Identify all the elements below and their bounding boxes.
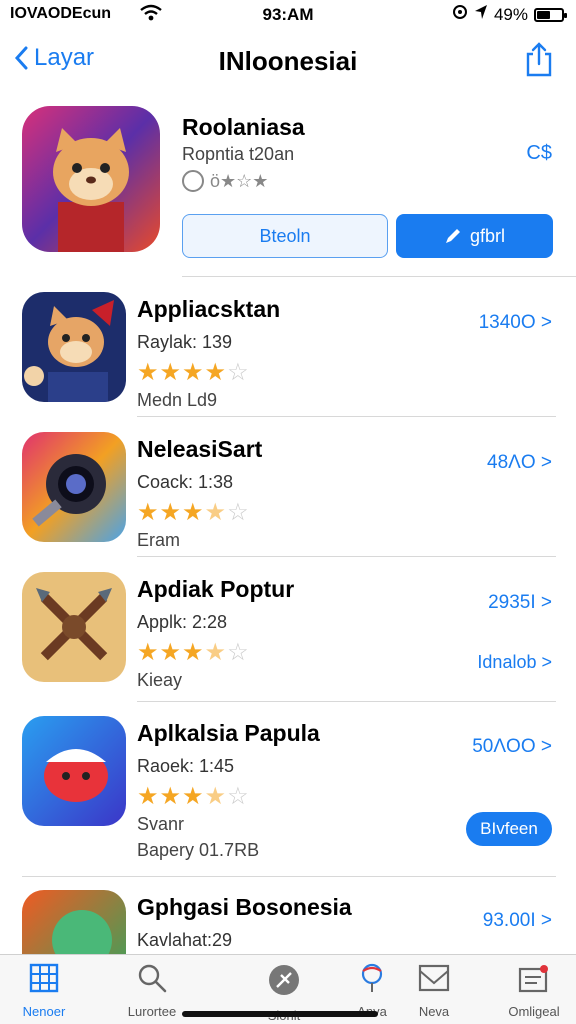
featured-app-subtitle: Ropntia t20an	[182, 144, 295, 164]
grid-icon	[29, 963, 59, 993]
tab-today[interactable]: Nenoer	[0, 963, 92, 1019]
divider	[22, 876, 556, 877]
pin-icon	[361, 963, 383, 992]
list-item[interactable]: Gphgasi Bosonesia Kavlahat:29 93.00I >	[0, 890, 576, 954]
star-icon: ☆	[227, 499, 250, 526]
star-icon: ☆	[227, 783, 250, 810]
tab-label: Neva	[418, 1004, 450, 1019]
star-icon: ★	[182, 783, 205, 810]
status-right: 49%	[452, 4, 567, 25]
primary-action-label: gfbrl	[469, 225, 505, 246]
star-icon: ★	[159, 499, 183, 526]
age-badge-icon	[182, 170, 204, 192]
app-meta: Applk: 2:28	[137, 612, 228, 632]
share-icon	[526, 42, 552, 77]
primary-action-button[interactable]: gfbrl	[396, 214, 553, 258]
list-item[interactable]: Aplkalsia Papula Raoek: 1:45 ★★★★☆ Svanr…	[0, 716, 576, 876]
tab-label: Nenoer	[22, 1004, 66, 1019]
star-icon: ★	[137, 499, 160, 526]
featured-app-icon[interactable]	[22, 106, 160, 252]
app-icon	[22, 572, 126, 682]
list-item[interactable]: NeleasiSart Coack: 1:38 ★★★★☆ Eram 48ΛO …	[0, 432, 576, 556]
star-rating: ★★★★☆	[137, 358, 250, 387]
share-button[interactable]	[524, 42, 554, 83]
app-category: Svanr	[137, 814, 185, 834]
battery-percent: 49%	[493, 4, 528, 24]
star-icon: ★	[182, 499, 205, 526]
star-rating: ★★★★☆	[137, 638, 250, 667]
featured-app: Roolaniasa Ropntia t20an C$ ö★☆★ Bteoln …	[0, 104, 576, 274]
location-icon	[474, 4, 488, 25]
app-icon	[22, 890, 126, 954]
star-rating: ★★★★☆	[137, 498, 250, 527]
price-button[interactable]: 2935I >	[488, 592, 552, 614]
list-item[interactable]: Apdiak Poptur Applk: 2:28 ★★★★☆ Kieay 29…	[0, 572, 576, 700]
star-icon: ★	[182, 639, 205, 666]
featured-app-title: Roolaniasa	[182, 114, 305, 140]
app-meta: Coack: 1:38	[137, 472, 234, 492]
download-link[interactable]: Idnalob >	[477, 652, 552, 673]
navigation-bar: Layar INloonesiai	[0, 36, 576, 88]
app-title: Apdiak Poptur	[137, 576, 295, 602]
tab-updates[interactable]: Omligeal	[486, 963, 576, 1019]
star-icon: ★	[159, 359, 183, 386]
list-item[interactable]: Appliacsktan Raylak: 139 ★★★★☆ Medn Ld9 …	[0, 292, 576, 416]
star-icon: ★	[204, 499, 228, 526]
divider	[137, 416, 556, 417]
tab-arcade[interactable]: Neva	[386, 963, 482, 1019]
featured-app-price[interactable]: C$	[526, 142, 552, 165]
secondary-action-button[interactable]: Bteoln	[182, 214, 388, 258]
get-button[interactable]: BIvfeen	[466, 812, 552, 846]
home-indicator	[182, 1011, 378, 1017]
pencil-icon	[445, 229, 460, 243]
app-category: Eram	[137, 530, 181, 550]
price-button[interactable]: 50ΛOO >	[472, 736, 552, 758]
star-icon: ★	[159, 783, 183, 810]
star-icon: ★	[137, 639, 160, 666]
featured-rating-text: ö★☆★	[210, 170, 269, 191]
app-title: Appliacsktan	[137, 296, 281, 322]
rocket-icon	[269, 965, 299, 995]
star-icon: ☆	[227, 639, 250, 666]
app-category: Medn Ld9	[137, 390, 218, 410]
app-title: Gphgasi Bosonesia	[137, 894, 352, 920]
app-meta: Raoek: 1:45	[137, 756, 235, 776]
alarm-icon	[452, 4, 468, 25]
divider	[182, 276, 576, 277]
featured-app-rating: ö★☆★	[182, 170, 268, 192]
app-meta: Raylak: 139	[137, 332, 233, 352]
inbox-icon	[518, 965, 548, 993]
app-category: Kieay	[137, 670, 183, 690]
app-meta: Kavlahat:29	[137, 930, 233, 950]
price-button[interactable]: 48ΛO >	[487, 452, 552, 474]
tab-label: Omligeal	[508, 1004, 560, 1019]
price-button[interactable]: 93.00I >	[483, 910, 552, 932]
status-bar: IOVAODEcun 93:AM 49%	[0, 0, 576, 30]
divider	[137, 701, 556, 702]
star-icon: ★	[204, 783, 228, 810]
star-icon: ★	[204, 359, 228, 386]
battery-fill	[537, 10, 550, 19]
price-button[interactable]: 1340O >	[479, 312, 552, 334]
star-icon: ★	[204, 639, 228, 666]
search-icon	[138, 964, 167, 993]
star-icon: ★	[182, 359, 205, 386]
page-title: INloonesiai	[218, 46, 358, 76]
divider	[137, 556, 556, 557]
battery-icon	[534, 7, 567, 22]
app-icon	[22, 292, 126, 402]
star-icon: ★	[137, 783, 160, 810]
app-size: Bapery 01.7RB	[137, 840, 260, 860]
app-icon	[22, 432, 126, 542]
star-icon: ★	[137, 359, 160, 386]
star-icon: ☆	[227, 359, 250, 386]
app-title: NeleasiSart	[137, 436, 263, 462]
app-icon	[22, 716, 126, 826]
app-title: Aplkalsia Papula	[137, 720, 320, 746]
photo-icon	[418, 964, 450, 992]
star-rating: ★★★★☆	[137, 782, 250, 811]
star-icon: ★	[159, 639, 183, 666]
